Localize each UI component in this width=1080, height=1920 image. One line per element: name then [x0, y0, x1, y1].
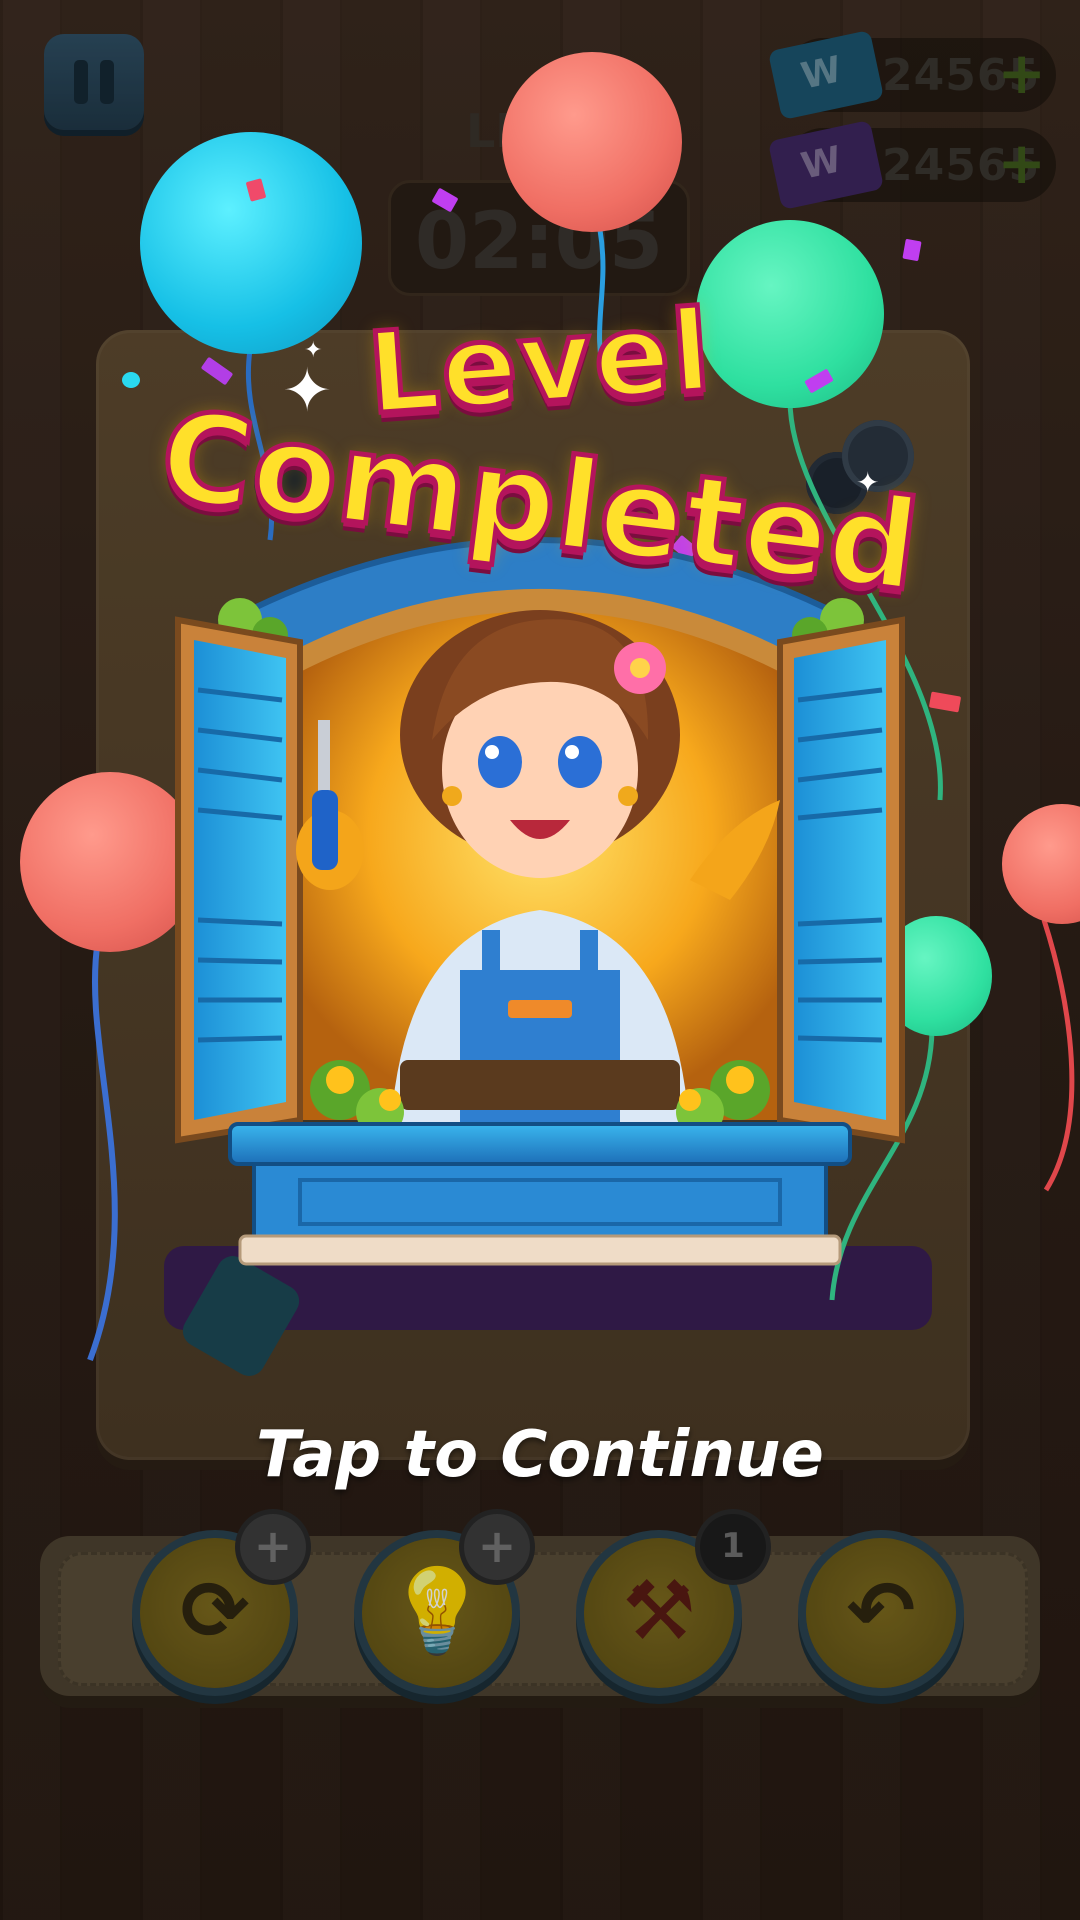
mechanic-girl-window-illustration [175, 537, 905, 1266]
confetti [902, 238, 922, 262]
sparkle-icon: ✦ [282, 356, 333, 426]
sparkle-icon: ✦ [304, 338, 323, 363]
red-balloon [502, 52, 682, 232]
sparkle-icon: ✦ [856, 466, 880, 499]
tap-to-continue-label[interactable]: Tap to Continue [0, 1418, 1080, 1492]
game-screen[interactable]: W 24565 + W 24565 + LE 02:05 ⟳ + 💡 + ⚒ 1… [0, 0, 1080, 1920]
